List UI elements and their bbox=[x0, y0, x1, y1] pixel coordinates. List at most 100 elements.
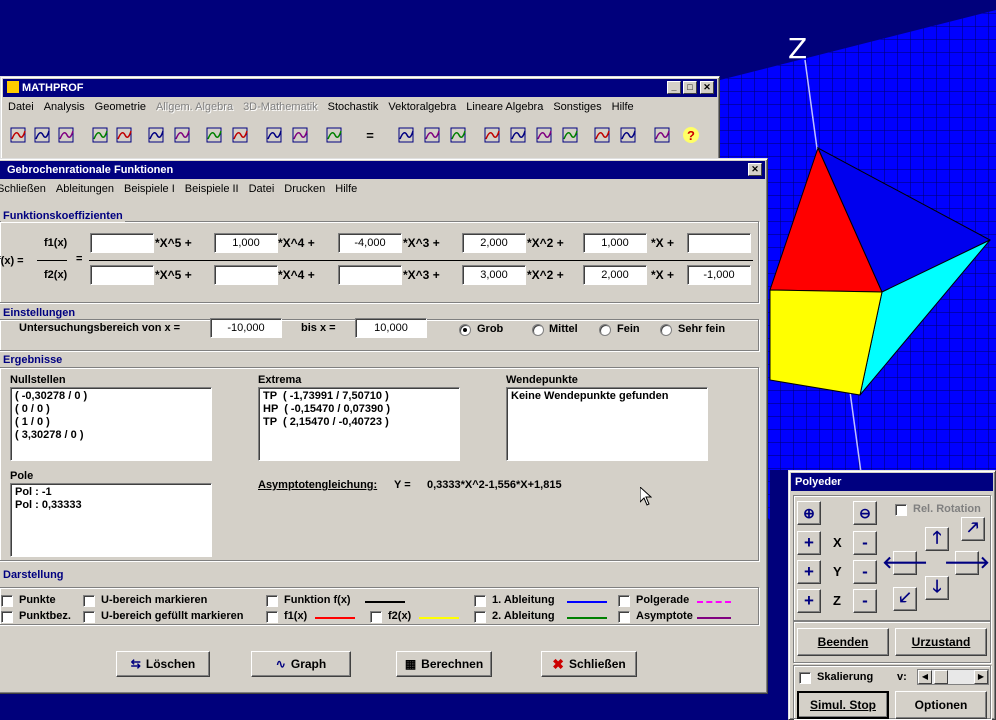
radio-fein-label[interactable]: Fein bbox=[617, 323, 640, 335]
spreadsheet-icon[interactable] bbox=[421, 124, 443, 146]
schliessen-button[interactable]: ✖ Schließen bbox=[541, 651, 637, 677]
z-plus-button[interactable]: + bbox=[797, 589, 821, 613]
rel-rotation-checkbox[interactable] bbox=[895, 504, 907, 516]
close-button[interactable]: ✕ bbox=[700, 81, 714, 94]
coeff-row2-input-1[interactable] bbox=[214, 265, 278, 285]
3d-curve-icon[interactable] bbox=[533, 124, 555, 146]
x-plus-button[interactable]: + bbox=[797, 531, 821, 555]
skalierung-checkbox[interactable] bbox=[799, 672, 811, 684]
display-checkbox-10[interactable] bbox=[618, 611, 630, 623]
beenden-button[interactable]: Beenden bbox=[797, 628, 889, 656]
radio-fein[interactable] bbox=[599, 324, 611, 336]
display-checkbox-4[interactable] bbox=[266, 595, 278, 607]
radio-mittel[interactable] bbox=[532, 324, 544, 336]
arrow-up-icon[interactable]: 🡑 bbox=[925, 527, 949, 551]
display-label-3[interactable]: U-bereich gefüllt markieren bbox=[101, 610, 243, 622]
arrow-right-icon[interactable]: 🡒 bbox=[944, 551, 990, 575]
display-label-9[interactable]: Polgerade bbox=[636, 594, 689, 606]
menu-sonstiges[interactable]: Sonstiges bbox=[548, 98, 606, 116]
surface-icon[interactable] bbox=[507, 124, 529, 146]
display-label-10[interactable]: Asymptote bbox=[636, 610, 693, 622]
zoom-out-icon[interactable]: ⊖ bbox=[853, 501, 877, 525]
menu-analysis[interactable]: Analysis bbox=[39, 98, 90, 116]
matrix2-icon[interactable] bbox=[617, 124, 639, 146]
menu-vektoralgebra[interactable]: Vektoralgebra bbox=[383, 98, 461, 116]
radio-sehr-fein[interactable] bbox=[660, 324, 672, 336]
integral-icon[interactable] bbox=[171, 124, 193, 146]
display-label-4[interactable]: Funktion f(x) bbox=[284, 594, 351, 606]
cross-icon[interactable] bbox=[289, 124, 311, 146]
coeff-row1-input-0[interactable] bbox=[90, 233, 154, 253]
coeff-row1-input-4[interactable]: 1,000 bbox=[583, 233, 647, 253]
display-label-7[interactable]: 1. Ableitung bbox=[492, 594, 555, 606]
curve-icon[interactable] bbox=[31, 124, 53, 146]
menu-beispiele-2[interactable]: Beispiele II bbox=[180, 180, 244, 198]
coeff-row1-input-1[interactable]: 1,000 bbox=[214, 233, 278, 253]
range-from-input[interactable]: -10,000 bbox=[210, 318, 282, 338]
loeschen-button[interactable]: ⇆ Löschen bbox=[116, 651, 210, 677]
optionen-button[interactable]: Optionen bbox=[895, 691, 987, 719]
display-checkbox-0[interactable] bbox=[1, 595, 13, 607]
coeff-row1-input-3[interactable]: 2,000 bbox=[462, 233, 526, 253]
zoom-in-icon[interactable]: ⊕ bbox=[797, 501, 821, 525]
menu-lineare-algebra[interactable]: Lineare Algebra bbox=[461, 98, 548, 116]
radio-sehr-fein-label[interactable]: Sehr fein bbox=[678, 323, 725, 335]
display-checkbox-1[interactable] bbox=[1, 611, 13, 623]
coeff-row2-input-0[interactable] bbox=[90, 265, 154, 285]
coeff-row2-input-4[interactable]: 2,000 bbox=[583, 265, 647, 285]
menu-stochastik[interactable]: Stochastik bbox=[323, 98, 384, 116]
derivative-icon[interactable] bbox=[145, 124, 167, 146]
table-icon[interactable] bbox=[395, 124, 417, 146]
roots-icon[interactable] bbox=[229, 124, 251, 146]
simul-stop-button[interactable]: Simul. Stop bbox=[797, 691, 889, 719]
function-icon[interactable] bbox=[203, 124, 225, 146]
menu-ableitungen[interactable]: Ableitungen bbox=[51, 180, 119, 198]
coeff-row1-input-5[interactable] bbox=[687, 233, 751, 253]
minimize-button[interactable]: _ bbox=[667, 81, 681, 94]
range-to-input[interactable]: 10,000 bbox=[355, 318, 427, 338]
pole-list[interactable]: Pol : -1 Pol : 0,33333 bbox=[10, 483, 212, 557]
display-label-6[interactable]: f2(x) bbox=[388, 610, 411, 622]
wendepunkte-list[interactable]: Keine Wendepunkte gefunden bbox=[506, 387, 708, 461]
urzustand-button[interactable]: Urzustand bbox=[895, 628, 987, 656]
menu-allgem-algebra[interactable]: Allgem. Algebra bbox=[151, 98, 238, 116]
display-checkbox-5[interactable] bbox=[266, 611, 278, 623]
coeff-row2-input-3[interactable]: 3,000 bbox=[462, 265, 526, 285]
cone-icon[interactable] bbox=[481, 124, 503, 146]
coeff-row1-input-2[interactable]: -4,000 bbox=[338, 233, 402, 253]
menu-datei[interactable]: Datei bbox=[3, 98, 39, 116]
nullstellen-list[interactable]: ( -0,30278 / 0 ) ( 0 / 0 ) ( 1 / 0 ) ( 3… bbox=[10, 387, 212, 461]
display-label-8[interactable]: 2. Ableitung bbox=[492, 610, 555, 622]
skalierung-label[interactable]: Skalierung bbox=[817, 671, 873, 683]
arrow-up-right-icon[interactable]: 🡕 bbox=[961, 517, 985, 541]
menu-hilfe[interactable]: Hilfe bbox=[607, 98, 639, 116]
display-label-1[interactable]: Punktbez. bbox=[19, 610, 71, 622]
z-minus-button[interactable]: - bbox=[853, 589, 877, 613]
scroll-right-icon[interactable]: ▶ bbox=[974, 670, 988, 684]
menu-drucken[interactable]: Drucken bbox=[279, 180, 330, 198]
help-icon[interactable]: ? bbox=[683, 127, 699, 143]
display-label-2[interactable]: U-bereich markieren bbox=[101, 594, 207, 606]
display-checkbox-9[interactable] bbox=[618, 595, 630, 607]
rel-rotation-label[interactable]: Rel. Rotation bbox=[913, 503, 981, 515]
berechnen-button[interactable]: ▦ Berechnen bbox=[396, 651, 492, 677]
display-checkbox-6[interactable] bbox=[370, 611, 382, 623]
display-checkbox-8[interactable] bbox=[474, 611, 486, 623]
area-icon[interactable] bbox=[113, 124, 135, 146]
scatter-icon[interactable] bbox=[89, 124, 111, 146]
3d-graph-icon[interactable] bbox=[559, 124, 581, 146]
display-label-0[interactable]: Punkte bbox=[19, 594, 56, 606]
speed-scrollbar[interactable]: ◀ ▶ bbox=[917, 669, 989, 685]
bar-chart-icon[interactable] bbox=[323, 124, 345, 146]
graph-icon[interactable] bbox=[7, 124, 29, 146]
dialog-close-button[interactable]: ✕ bbox=[748, 163, 762, 176]
menu-geometrie[interactable]: Geometrie bbox=[90, 98, 151, 116]
menu-datei[interactable]: Datei bbox=[244, 180, 280, 198]
coeff-row2-input-5[interactable]: -1,000 bbox=[687, 265, 751, 285]
matrix-icon[interactable] bbox=[591, 124, 613, 146]
arrow-down-icon[interactable]: 🡓 bbox=[925, 576, 949, 600]
display-label-5[interactable]: f1(x) bbox=[284, 610, 307, 622]
equals-icon[interactable]: = bbox=[359, 124, 381, 146]
arrow-left-icon[interactable]: 🡐 bbox=[882, 551, 928, 575]
y-plus-button[interactable]: + bbox=[797, 560, 821, 584]
